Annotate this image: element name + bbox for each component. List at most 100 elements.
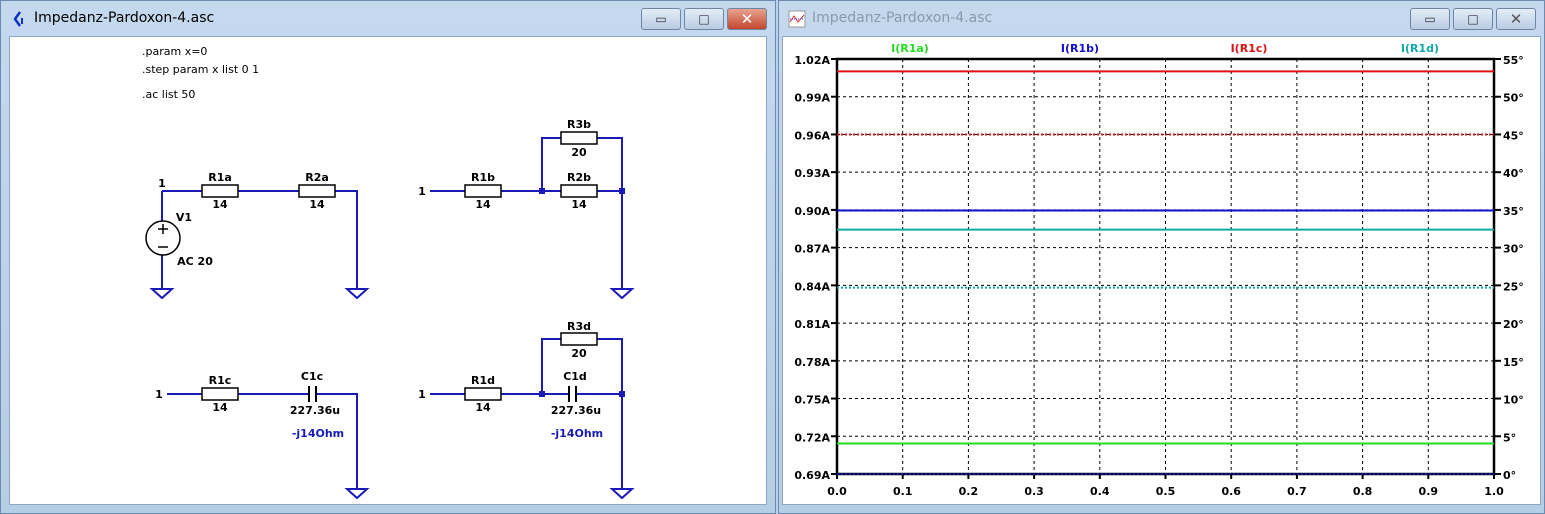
capacitor-c1d (568, 386, 577, 402)
value-r2b: 14 (571, 198, 587, 211)
value-r1d: 14 (475, 401, 491, 414)
minimize-button[interactable]: ▭ (641, 8, 681, 30)
schematic: .param x=0 .step param x list 0 1 .ac li… (142, 45, 635, 500)
resistor-r2b[interactable] (560, 184, 598, 198)
resistor-r1a[interactable] (201, 184, 239, 198)
label-r2a: R2a (305, 171, 329, 184)
node-label: 1 (158, 177, 166, 190)
directive-param[interactable]: .param x=0 (142, 45, 207, 58)
ground-icon (149, 288, 175, 300)
ltspice-icon (13, 11, 23, 27)
y-tick-label: 0.90A (794, 205, 830, 218)
value-r3b: 20 (571, 146, 587, 159)
x-tick-label: 0.4 (1090, 485, 1110, 498)
plot-window: Impedanz-Pardoxon-4.asc ▭ □ ✕ 0.0 0.1 0.2 0… (778, 0, 1545, 514)
y2-tick-label: 25° (1503, 280, 1524, 293)
label-v1: V1 (176, 211, 192, 224)
value-r1b: 14 (475, 198, 491, 211)
value-v1: AC 20 (177, 255, 213, 268)
x-tick-label: 0.2 (959, 485, 979, 498)
y2-tick-label: 35° (1503, 205, 1524, 218)
label-r1a: R1a (208, 171, 232, 184)
maximize-button[interactable]: □ (1453, 8, 1493, 30)
x-tick-label: 0.5 (1156, 485, 1176, 498)
y-tick-label: 0.96A (794, 129, 830, 142)
ground-icon (344, 488, 370, 500)
y-tick-label: 0.69A (794, 469, 830, 482)
value-r1a: 14 (212, 198, 228, 211)
legend-trace-label[interactable]: I(R1d) (1401, 42, 1439, 55)
schematic-canvas[interactable]: .param x=0 .step param x list 0 1 .ac li… (9, 36, 767, 505)
y-tick-label: 0.99A (794, 92, 830, 105)
x-tick-label: 0.8 (1353, 485, 1373, 498)
y2-tick-label: 0° (1503, 469, 1516, 482)
resistor-r2a[interactable] (298, 184, 336, 198)
y2-tick-label: 50° (1503, 92, 1524, 105)
schematic-window: Impedanz-Pardoxon-4.asc ▭ □ ✕ .param x=0… (0, 0, 776, 514)
y2-tick-label: 5° (1503, 431, 1516, 444)
label-r2b: R2b (567, 171, 591, 184)
resistor-r1c[interactable] (201, 387, 239, 401)
window-title: Impedanz-Pardoxon-4.asc (34, 10, 215, 26)
y2-tick-label: 10° (1503, 394, 1524, 407)
y-tick-label: 0.72A (794, 431, 830, 444)
y2-tick-label: 20° (1503, 318, 1524, 331)
legend-trace-label[interactable]: I(R1b) (1061, 42, 1099, 55)
value-c1d: 227.36u (551, 404, 601, 417)
label-c1c: C1c (301, 370, 323, 383)
y-tick-label: 0.78A (794, 356, 830, 369)
value-c1c: 227.36u (290, 404, 340, 417)
label-r1c: R1c (209, 374, 232, 387)
y-tick-label: 0.93A (794, 167, 830, 180)
waveform-plot: 0.0 0.1 0.2 0.3 0.4 0.5 0.6 0.7 0.8 0.9 1.0 1.02A 55… (794, 42, 1524, 498)
plot-canvas[interactable]: 0.0 0.1 0.2 0.3 0.4 0.5 0.6 0.7 0.8 0.9 1.0 1.02A 55… (782, 36, 1541, 505)
close-button[interactable]: ✕ (727, 8, 767, 30)
label-r1d: R1d (471, 374, 495, 387)
directive-ac[interactable]: .ac list 50 (142, 88, 195, 101)
x-tick-label: 0.6 (1221, 485, 1241, 498)
node-label: 1 (418, 185, 426, 198)
legend-trace-label[interactable]: I(R1c) (1231, 42, 1268, 55)
label-r1b: R1b (471, 171, 495, 184)
note-c1c[interactable]: -j14Ohm (292, 427, 344, 440)
resistor-r1b[interactable] (464, 184, 502, 198)
value-r2a: 14 (309, 198, 325, 211)
window-title: Impedanz-Pardoxon-4.asc (812, 10, 993, 26)
label-r3b: R3b (567, 118, 591, 131)
y-tick-label: 0.75A (794, 394, 830, 407)
y2-tick-label: 15° (1503, 356, 1524, 369)
y2-tick-label: 45° (1503, 129, 1524, 142)
title-bar[interactable]: Impedanz-Pardoxon-4.asc ▭ □ ✕ (779, 1, 1544, 35)
ground-icon (609, 288, 635, 300)
node-label: 1 (155, 388, 163, 401)
y-tick-label: 0.81A (794, 318, 830, 331)
label-r3d: R3d (567, 320, 591, 333)
voltage-source-v1[interactable] (145, 220, 181, 256)
x-tick-label: 0.9 (1419, 485, 1439, 498)
maximize-button[interactable]: □ (684, 8, 724, 30)
minimize-button[interactable]: ▭ (1410, 8, 1450, 30)
title-bar[interactable]: Impedanz-Pardoxon-4.asc ▭ □ ✕ (1, 1, 775, 35)
value-r3d: 20 (571, 347, 587, 360)
legend-trace-label[interactable]: I(R1a) (891, 42, 929, 55)
close-button[interactable]: ✕ (1496, 8, 1536, 30)
waveform-icon (788, 10, 806, 28)
resistor-r1d[interactable] (464, 387, 502, 401)
label-c1d: C1d (563, 370, 587, 383)
y-tick-label: 0.87A (794, 243, 830, 256)
directive-step[interactable]: .step param x list 0 1 (142, 63, 259, 76)
y2-tick-label: 55° (1503, 54, 1524, 67)
x-tick-label: 0.3 (1024, 485, 1044, 498)
x-tick-label: 1.0 (1484, 485, 1504, 498)
note-c1d[interactable]: -j14Ohm (551, 427, 603, 440)
ground-icon (344, 288, 370, 300)
value-r1c: 14 (212, 401, 228, 414)
ground-icon (609, 488, 635, 500)
resistors (201, 131, 598, 401)
x-tick-label: 0.1 (893, 485, 913, 498)
resistor-r3d[interactable] (560, 332, 598, 346)
y-tick-label: 1.02A (794, 54, 830, 67)
resistor-r3b[interactable] (560, 131, 598, 145)
y2-tick-label: 30° (1503, 243, 1524, 256)
node-label: 1 (418, 388, 426, 401)
